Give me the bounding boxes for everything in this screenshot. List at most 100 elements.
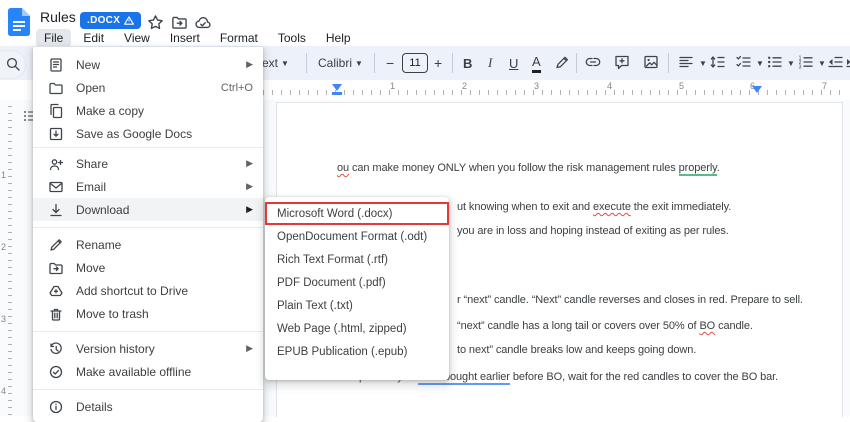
menu-insert[interactable]: Insert [162,29,208,47]
underline-button[interactable]: U [509,52,518,74]
title-bar: Rules .DOCX File Edit View Insert Format… [0,0,850,47]
new-document-icon [48,57,64,73]
menu-item-share[interactable]: Share ▶ [33,152,263,175]
menu-item-version-history[interactable]: Version history ▶ [33,337,263,360]
document-text-line[interactable]: r “next” candle. “Next” candle reverses … [457,294,803,306]
menu-item-open[interactable]: Open Ctrl+O [33,76,263,99]
menu-item-epub-publication[interactable]: EPUB Publication (.epub) [265,340,449,363]
file-menu: New ▶ Open Ctrl+O Make a copy Save as Go… [33,47,263,422]
increase-font-size-button[interactable]: + [434,52,442,74]
menu-help[interactable]: Help [318,29,359,47]
ruler-number: 2 [1,242,7,252]
submenu-arrow-icon: ▶ [246,158,253,168]
vertical-ruler[interactable] [8,106,12,416]
menu-item-new[interactable]: New ▶ [33,53,263,76]
toolbar-separator [374,53,375,73]
bold-button[interactable]: B [463,52,472,74]
submenu-arrow-icon: ▶ [246,59,253,69]
ruler-number: 7 [822,81,828,91]
folder-open-icon [48,80,64,96]
menu-item-opendocument-odt[interactable]: OpenDocument Format (.odt) [265,225,449,248]
insert-link-icon[interactable] [584,53,602,71]
menu-divider [33,147,263,148]
submenu-arrow-icon: ▶ [246,204,253,214]
google-docs-logo-icon[interactable] [8,8,30,36]
document-title[interactable]: Rules [40,9,76,25]
menu-edit[interactable]: Edit [75,29,112,47]
toolbar-separator [668,53,669,73]
docx-badge: .DOCX [80,12,142,29]
search-icon [5,56,21,72]
paragraph-style-dropdown[interactable]: ext ▼ [262,52,289,74]
menu-item-pdf-document[interactable]: PDF Document (.pdf) [265,271,449,294]
chevron-down-icon[interactable]: ▼ [756,52,764,74]
line-spacing-icon[interactable] [708,53,726,71]
increase-indent-icon[interactable] [844,53,850,71]
menu-item-make-available-offline[interactable]: Make available offline [33,360,263,383]
first-line-indent-marker[interactable] [332,84,342,91]
ruler-number: 3 [534,81,540,91]
menu-item-save-as-google-docs[interactable]: Save as Google Docs [33,122,263,145]
menu-item-web-page-html-zipped[interactable]: Web Page (.html, zipped) [265,317,449,340]
align-left-icon[interactable] [677,53,695,71]
chevron-down-icon[interactable]: ▼ [699,52,707,74]
left-indent-marker[interactable] [332,92,342,95]
document-text-line[interactable]: “next” candle has a long tail or covers … [457,320,753,332]
warning-triangle-icon [124,16,135,25]
menu-item-add-shortcut-to-drive[interactable]: Add shortcut to Drive [33,279,263,302]
menu-item-email[interactable]: Email ▶ [33,175,263,198]
shortcut-label: Ctrl+O [220,81,253,94]
chevron-down-icon[interactable]: ▼ [787,52,795,74]
checklist-icon[interactable] [734,53,752,71]
menu-divider [33,389,263,390]
ruler-number: 1 [390,81,396,91]
ruler-number: 3 [1,314,7,324]
menu-tools[interactable]: Tools [270,29,314,47]
insert-image-icon[interactable] [642,53,660,71]
decrease-font-size-button[interactable]: − [386,52,394,74]
move-folder-icon [48,260,64,276]
document-text-line[interactable]: ut knowing when to exit and execute the … [457,201,731,213]
chevron-down-icon: ▼ [281,58,289,68]
font-size-input[interactable]: 11 [402,53,428,73]
font-dropdown[interactable]: Calibri ▼ [318,52,363,74]
menu-item-move-to-trash[interactable]: Move to trash [33,302,263,325]
ruler-number: 4 [1,386,7,396]
document-text-line[interactable]: you are in loss and hoping instead of ex… [457,225,729,237]
italic-button[interactable]: I [488,52,492,74]
add-comment-icon[interactable] [613,53,631,71]
ruler-number: 5 [679,81,685,91]
trash-icon [48,306,64,322]
menu-item-move[interactable]: Move [33,256,263,279]
version-history-icon [48,341,64,357]
menu-item-microsoft-word-docx[interactable]: Microsoft Word (.docx) [265,202,449,225]
submenu-arrow-icon: ▶ [246,181,253,191]
menu-item-rich-text-rtf[interactable]: Rich Text Format (.rtf) [265,248,449,271]
menu-file[interactable]: File [36,29,72,47]
menu-format[interactable]: Format [212,29,266,47]
download-icon [48,202,64,218]
numbered-list-icon[interactable]: 123 [796,53,814,71]
menu-item-download[interactable]: Download ▶ [33,198,263,221]
right-indent-marker[interactable] [752,86,762,93]
chevron-down-icon: ▼ [355,58,363,68]
details-info-icon [48,399,64,415]
download-submenu: Microsoft Word (.docx) OpenDocument Form… [265,197,449,380]
menu-view[interactable]: View [116,29,158,47]
menu-item-make-a-copy[interactable]: Make a copy [33,99,263,122]
toolbar-separator [306,53,307,73]
decrease-indent-icon[interactable] [826,53,844,71]
highlight-color-button[interactable] [553,53,571,71]
document-text-line[interactable]: to next” candle breaks low and keeps goi… [457,344,696,356]
menu-item-plain-text-txt[interactable]: Plain Text (.txt) [265,294,449,317]
submenu-arrow-icon: ▶ [246,343,253,353]
rename-pencil-icon [48,237,64,253]
ruler-number: 4 [607,81,613,91]
bulleted-list-icon[interactable] [765,53,783,71]
offline-check-icon [48,364,64,380]
chevron-down-icon[interactable]: ▼ [818,52,826,74]
menu-item-details[interactable]: Details [33,395,263,418]
text-color-button[interactable]: A [532,53,541,73]
menu-item-rename[interactable]: Rename [33,233,263,256]
document-text-line[interactable]: ou can make money ONLY when you follow t… [337,162,720,176]
